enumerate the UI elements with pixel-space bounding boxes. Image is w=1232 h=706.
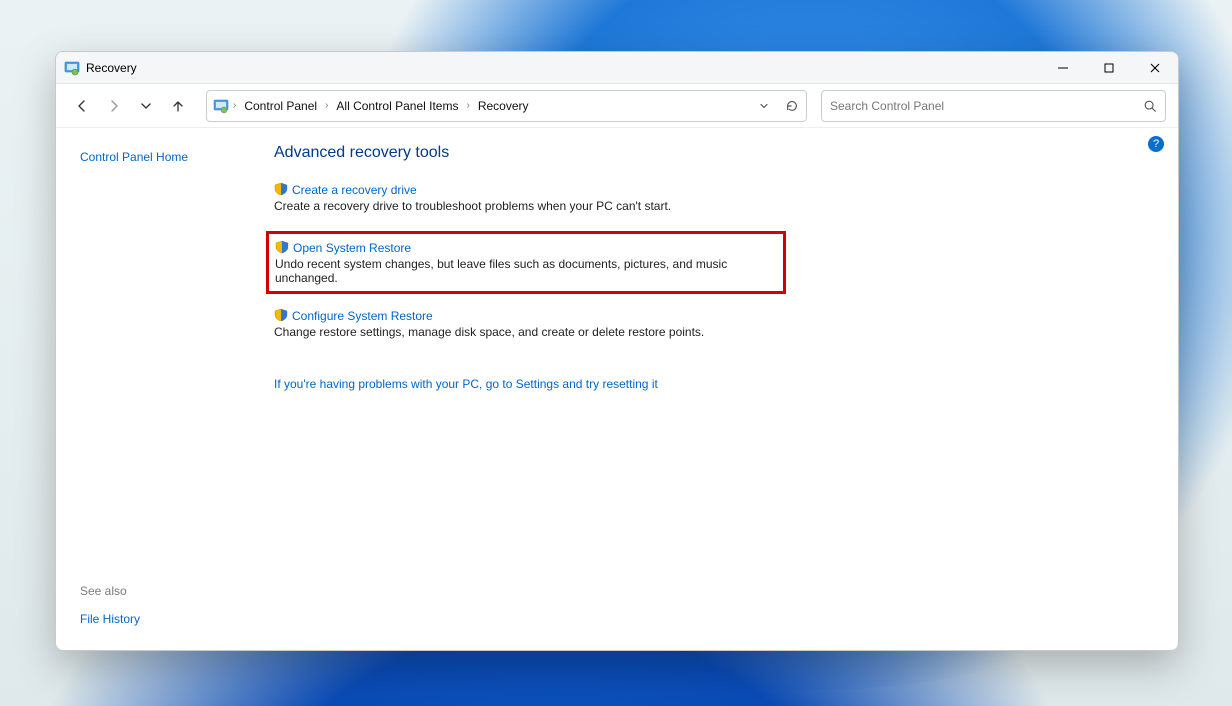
recovery-tool-item: Configure System Restore Change restore …: [274, 308, 1150, 339]
search-box[interactable]: [821, 90, 1166, 122]
shield-icon: [275, 240, 289, 254]
minimize-button[interactable]: [1040, 52, 1086, 84]
close-button[interactable]: [1132, 52, 1178, 84]
item-description: Create a recovery drive to troubleshoot …: [274, 199, 1150, 213]
create-recovery-drive-link[interactable]: Create a recovery drive: [292, 183, 417, 197]
breadcrumb-item[interactable]: All Control Panel Items: [332, 97, 462, 115]
open-system-restore-link[interactable]: Open System Restore: [293, 241, 411, 255]
breadcrumb-item[interactable]: Recovery: [474, 97, 533, 115]
window-title: Recovery: [86, 61, 137, 75]
shield-icon: [274, 308, 288, 322]
window-body: ? Control Panel Home See also File Histo…: [56, 128, 1178, 650]
item-description: Change restore settings, manage disk spa…: [274, 325, 1150, 339]
nav-row: › Control Panel › All Control Panel Item…: [56, 84, 1178, 128]
search-input[interactable]: [830, 99, 1143, 113]
shield-icon: [274, 182, 288, 196]
recovery-tool-item: Create a recovery drive Create a recover…: [274, 182, 1150, 213]
chevron-down-icon[interactable]: [756, 98, 772, 114]
highlight-box: Open System Restore Undo recent system c…: [266, 231, 786, 294]
control-panel-icon: [213, 98, 229, 114]
app-icon: [64, 60, 80, 76]
content-pane: Advanced recovery tools Create a recover…: [266, 128, 1178, 650]
maximize-button[interactable]: [1086, 52, 1132, 84]
search-icon: [1143, 99, 1157, 113]
file-history-link[interactable]: File History: [80, 612, 140, 626]
breadcrumb-separator: ›: [466, 100, 469, 111]
recent-locations-button[interactable]: [132, 92, 160, 120]
side-pane: Control Panel Home See also File History: [56, 128, 266, 650]
back-button[interactable]: [68, 92, 96, 120]
recovery-tool-item: Open System Restore Undo recent system c…: [275, 240, 777, 285]
item-description: Undo recent system changes, but leave fi…: [275, 257, 777, 285]
breadcrumb-item[interactable]: Control Panel: [240, 97, 321, 115]
control-panel-window: Recovery: [55, 51, 1179, 651]
breadcrumb-separator: ›: [233, 100, 236, 111]
control-panel-home-link[interactable]: Control Panel Home: [80, 150, 266, 164]
refresh-icon[interactable]: [784, 98, 800, 114]
breadcrumb-separator: ›: [325, 100, 328, 111]
see-also-label: See also: [80, 584, 266, 598]
up-button[interactable]: [164, 92, 192, 120]
page-heading: Advanced recovery tools: [274, 144, 1150, 162]
address-bar[interactable]: › Control Panel › All Control Panel Item…: [206, 90, 807, 122]
reset-pc-link[interactable]: If you're having problems with your PC, …: [274, 377, 658, 391]
breadcrumb: Control Panel › All Control Panel Items …: [240, 97, 752, 115]
forward-button[interactable]: [100, 92, 128, 120]
titlebar: Recovery: [56, 52, 1178, 84]
configure-system-restore-link[interactable]: Configure System Restore: [292, 309, 433, 323]
